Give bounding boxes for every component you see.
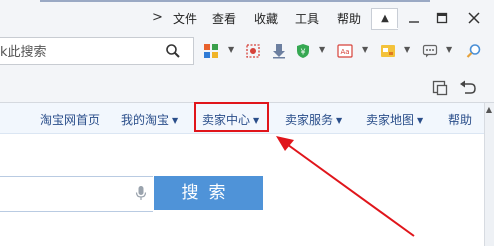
menu-view[interactable]: 查看 <box>212 10 236 27</box>
extensions-icon[interactable] <box>380 43 396 59</box>
chevron-down-icon: ▼ <box>336 116 343 125</box>
pin-icon: ▲ <box>381 13 389 24</box>
nav-my-taobao[interactable]: 我的淘宝 ▼ <box>121 111 178 128</box>
annotation-arrow <box>276 136 415 237</box>
taobao-search-button[interactable]: 搜索 <box>154 176 263 210</box>
nav-label: 帮助 <box>448 113 473 127</box>
menu-file[interactable]: 文件 <box>173 10 197 27</box>
titlebar-accent-line <box>40 0 430 2</box>
shield-yen-icon[interactable]: ¥ <box>295 43 311 59</box>
nav-seller-service[interactable]: 卖家服务 ▼ <box>285 111 342 128</box>
taobao-search-input[interactable] <box>0 176 153 212</box>
svg-text:¥: ¥ <box>300 48 305 57</box>
browser-search-box <box>0 37 194 65</box>
translate-icon[interactable]: Aa <box>337 43 353 59</box>
extensions-dropdown-caret[interactable]: ▼ <box>404 45 410 54</box>
svg-text:Aa: Aa <box>340 48 349 56</box>
nav-taobao-home[interactable]: 淘宝网首页 <box>40 111 100 128</box>
nav-help[interactable]: 帮助 <box>448 111 472 128</box>
nav-label: 卖家服务 <box>285 113 334 127</box>
minimize-button[interactable] <box>400 8 428 28</box>
annotation-highlight-box <box>194 102 269 132</box>
feedback-icon[interactable] <box>422 43 438 59</box>
back-arrow-icon[interactable] <box>459 80 477 96</box>
minimize-icon <box>409 21 419 23</box>
feedback-dropdown-caret[interactable]: ▼ <box>446 45 452 54</box>
find-icon[interactable] <box>466 43 482 59</box>
chevron-down-icon: ▼ <box>417 116 424 125</box>
close-icon <box>468 12 480 24</box>
restore-window-icon[interactable] <box>432 80 448 96</box>
menu-tools[interactable]: 工具 <box>295 10 319 27</box>
apps-grid-icon[interactable] <box>203 43 219 59</box>
pin-window-button[interactable]: ▲ <box>371 8 398 30</box>
nav-label: 卖家地图 <box>366 113 415 127</box>
security-dropdown-caret[interactable]: ▼ <box>319 45 325 54</box>
nav-seller-map[interactable]: 卖家地图 ▼ <box>366 111 423 128</box>
scroll-up-arrow-icon[interactable]: ▲ <box>484 103 494 117</box>
window-controls-divider <box>397 8 398 28</box>
download-icon[interactable] <box>271 43 287 59</box>
search-icon[interactable] <box>165 43 181 59</box>
menu-help[interactable]: 帮助 <box>337 10 361 27</box>
translate-dropdown-caret[interactable]: ▼ <box>362 45 368 54</box>
menu-favorites[interactable]: 收藏 <box>254 10 278 27</box>
menu-overflow-arrow[interactable]: > <box>152 10 164 25</box>
browser-search-input[interactable] <box>0 38 160 62</box>
nav-label: 我的淘宝 <box>121 113 170 127</box>
nav-label: 淘宝网首页 <box>40 113 101 127</box>
screenshot-icon[interactable] <box>245 43 261 59</box>
maximize-button[interactable] <box>428 8 456 28</box>
maximize-icon <box>436 12 448 24</box>
apps-dropdown-caret[interactable]: ▼ <box>228 45 234 54</box>
page-scrollbar[interactable] <box>484 103 494 246</box>
close-button[interactable] <box>460 8 488 28</box>
microphone-icon[interactable] <box>134 185 148 201</box>
command-bar <box>0 68 494 103</box>
chevron-down-icon: ▼ <box>172 116 179 125</box>
